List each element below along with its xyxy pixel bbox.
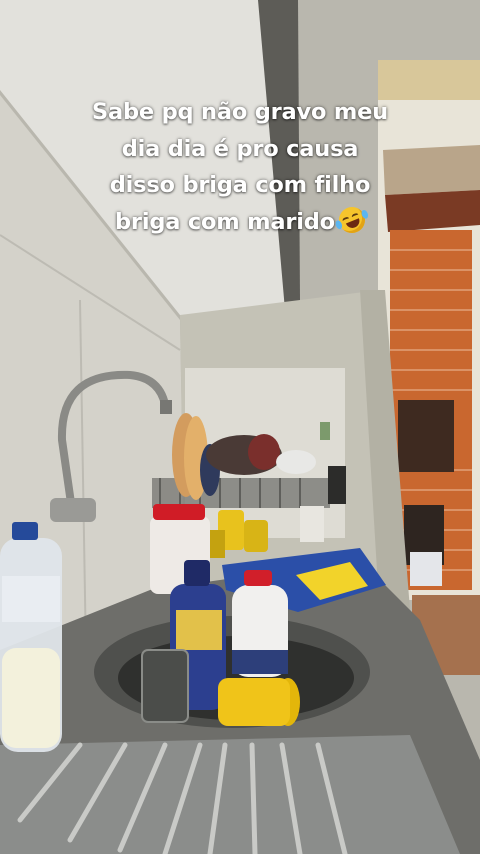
story-caption: Sabe pq não gravo meu dia dia é pro caus… (30, 94, 450, 240)
caption-line-4: briga com marido (30, 202, 450, 241)
caption-line-2: dia dia é pro causa (121, 135, 359, 162)
caption-line-4-text: briga com marido (115, 208, 335, 235)
rolling-on-floor-laughing-icon (334, 202, 370, 237)
caption-line-3: disso briga com filho (109, 172, 371, 198)
story-frame: Sabe pq não gravo meu dia dia é pro caus… (0, 0, 480, 854)
caption-line-1: Sabe pq não gravo meu (92, 99, 388, 125)
